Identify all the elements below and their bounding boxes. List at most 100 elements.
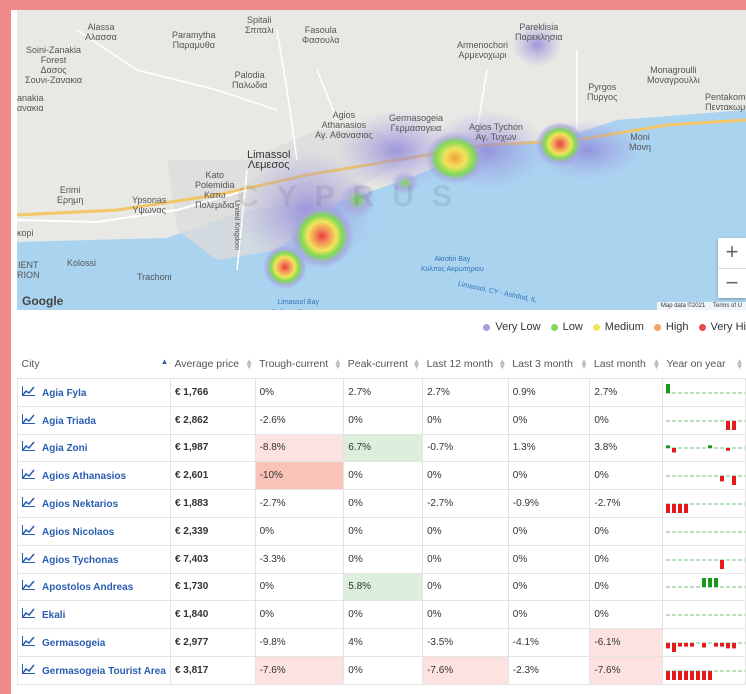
zoom-control: + − (718, 238, 746, 298)
map-label-ient: IENT RION (17, 260, 40, 280)
sort-icon[interactable]: ▲ ▼ (653, 358, 661, 371)
column-header[interactable]: Peak-current ▲ ▼ (344, 350, 423, 379)
google-logo[interactable]: Google (22, 294, 63, 308)
sparkline-bar (671, 504, 676, 514)
map-label-akrotiri-bay: Akrotiri Bay Κολπος Ακρωτηριου (421, 256, 484, 273)
map-label-moni: Moni Μονη (629, 132, 652, 152)
city-link[interactable]: Germasogeia (42, 638, 105, 649)
column-header[interactable]: City ▲ (18, 350, 171, 379)
sort-icon[interactable]: ▲ ▼ (413, 358, 421, 371)
chart-line-icon[interactable] (22, 636, 36, 649)
column-header[interactable]: Average price ▲ ▼ (170, 350, 255, 379)
column-header[interactable]: Trough-current ▲ ▼ (255, 350, 344, 379)
legend-label: Very Low (495, 321, 541, 333)
city-link[interactable]: Agios Tychonas (42, 555, 119, 566)
m1-cell: 0% (589, 516, 663, 546)
sort-icon[interactable]: ▲ ▼ (736, 358, 744, 371)
sparkline-bar (671, 643, 676, 653)
map-label-ypsonas: Ypsonas Υψωνας (132, 195, 167, 215)
city-cell[interactable]: Agia Fyla (17, 378, 171, 407)
city-link[interactable]: Apostolos Andreas (42, 582, 133, 593)
price-cell: € 1,840 (169, 600, 256, 630)
city-cell[interactable]: Ekali (17, 600, 171, 630)
price-cell: € 1,730 (169, 572, 256, 602)
peak-cell: 0% (343, 544, 424, 574)
peak-cell: 6.7% (343, 433, 424, 463)
legend-item[interactable]: Very Hi (698, 321, 746, 333)
year-on-year-sparkline (661, 628, 746, 657)
city-cell[interactable]: Germasogeia Tourist Area (17, 655, 171, 685)
sort-icon[interactable]: ▲ ▼ (245, 358, 253, 371)
map-label-soini: Soini-Zanakia Forest Δασος Σουνι-Ζανακια (25, 45, 83, 85)
city-link[interactable]: Agia Fyla (42, 388, 86, 399)
m12-cell: 2.7% (422, 378, 509, 407)
city-link[interactable]: Ekali (42, 610, 65, 621)
sparkline-bar (725, 448, 730, 452)
city-cell[interactable]: Agia Triada (17, 405, 171, 435)
city-link[interactable]: Agia Zoni (42, 443, 88, 454)
chart-line-icon[interactable] (22, 413, 36, 427)
sort-icon[interactable]: ▲ (161, 358, 169, 366)
legend-item[interactable]: Low (550, 321, 583, 333)
sparkline-bar (719, 476, 724, 482)
column-header[interactable]: Year on year ▲ ▼ (662, 350, 745, 379)
table-body: Agia Fyla € 1,766 0% 2.7% 2.7% 0.9% 2.7% Agia T… (17, 378, 746, 685)
city-link[interactable]: Agios Nektarios (42, 499, 118, 510)
chart-line-icon[interactable] (22, 524, 36, 538)
peak-cell: 0% (343, 489, 424, 518)
column-header[interactable]: Last 3 month ▲ ▼ (508, 350, 590, 379)
legend-item[interactable]: High (653, 321, 689, 333)
m1-cell: 0% (589, 405, 663, 435)
city-cell[interactable]: Agios Athanasios (17, 461, 171, 491)
price-cell: € 1,987 (169, 433, 256, 463)
city-cell[interactable]: Agios Tychonas (17, 544, 171, 574)
city-link[interactable]: Agia Triada (42, 416, 96, 427)
heatmap-map[interactable]: Alassa Αλασσα Paramytha Παραμυθα Spitali… (17, 10, 746, 310)
city-link[interactable]: Agios Athanasios (42, 471, 126, 482)
sparkline-bar (677, 670, 682, 680)
city-cell[interactable]: Agios Nicolaos (17, 516, 171, 546)
sparkline-bar (701, 670, 706, 680)
sort-icon[interactable]: ▲ ▼ (334, 358, 342, 371)
city-link[interactable]: Agios Nicolaos (42, 527, 114, 538)
column-header[interactable]: Last 12 month ▲ ▼ (423, 350, 509, 379)
sparkline-bar (713, 578, 718, 588)
city-link[interactable]: Germasogeia Tourist Area (42, 666, 166, 677)
sparkline-bar (677, 504, 682, 514)
chart-line-icon[interactable] (22, 469, 36, 482)
map-label-pareklisia: Pareklisia Παρεκλησια (515, 22, 563, 42)
zoom-in-button[interactable]: + (718, 238, 746, 268)
chart-line-icon[interactable] (22, 385, 36, 399)
map-watermark: CYPRUS (237, 180, 471, 213)
chart-line-icon[interactable] (22, 608, 36, 621)
price-cell: € 2,977 (169, 628, 256, 657)
sort-icon[interactable]: ▲ ▼ (498, 358, 506, 371)
column-header[interactable]: Last month ▲ ▼ (590, 350, 663, 379)
map-label-agios-athanasios: Agios Athanasios Αγ. Αθανασιος (315, 110, 373, 140)
legend-item[interactable]: Very Low (483, 321, 541, 333)
terms-link[interactable]: Terms of U (713, 303, 742, 309)
legend-label: Low (562, 321, 583, 333)
column-header-label: Year on year (666, 358, 726, 370)
chart-line-icon[interactable] (22, 663, 36, 677)
map-label-alassa: Alassa Αλασσα (85, 22, 117, 42)
chart-line-icon[interactable] (22, 497, 36, 510)
map-canvas[interactable] (17, 10, 746, 310)
year-on-year-sparkline (661, 544, 746, 574)
city-cell[interactable]: Agia Zoni (17, 433, 171, 463)
trough-cell: 0% (254, 378, 345, 407)
m3-cell: 0% (507, 516, 591, 546)
sort-icon[interactable]: ▲ ▼ (580, 358, 588, 371)
city-cell[interactable]: Agios Nektarios (17, 489, 171, 518)
city-cell[interactable]: Apostolos Andreas (17, 572, 171, 602)
map-label-pyrgos: Pyrgos Πυργος (587, 82, 618, 102)
legend-item[interactable]: Medium (592, 321, 644, 333)
m12-cell: 0% (422, 544, 509, 574)
chart-line-icon[interactable] (22, 580, 36, 593)
city-cell[interactable]: Germasogeia (17, 628, 171, 657)
chart-line-icon[interactable] (22, 441, 36, 454)
heat-legend: Very Low Low Medium High Very Hi (473, 321, 746, 334)
chart-line-icon[interactable] (22, 552, 36, 566)
zoom-out-button[interactable]: − (718, 268, 746, 299)
table-row: Agia Zoni € 1,987 -8.8% 6.7% -0.7% 1.3% 3.8% (17, 433, 746, 463)
